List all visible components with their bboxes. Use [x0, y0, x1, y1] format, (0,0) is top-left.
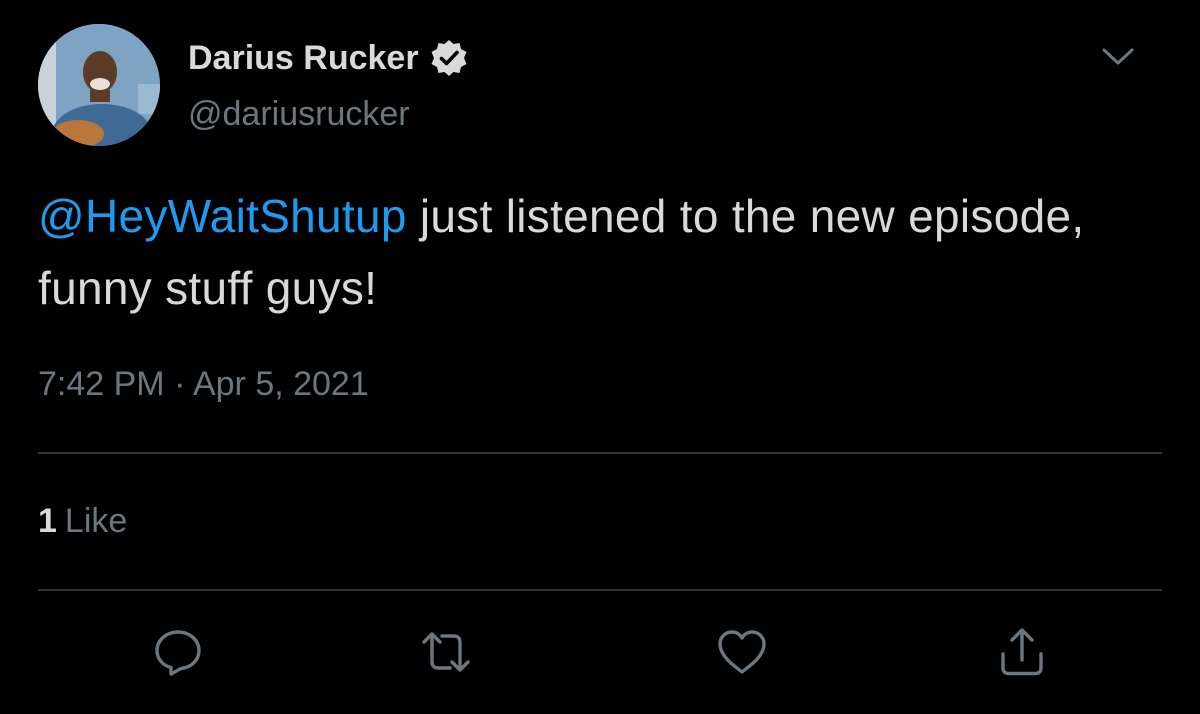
tweet-card: Darius Rucker @dariusrucker @HeyWaitShut…	[0, 0, 1200, 714]
divider	[38, 589, 1162, 591]
tweet-timestamp[interactable]: 7:42 PM · Apr 5, 2021	[38, 365, 369, 404]
mention-link[interactable]: @HeyWaitShutup	[38, 190, 407, 242]
chevron-down-icon[interactable]	[1098, 40, 1138, 72]
author-handle[interactable]: @dariusrucker	[188, 95, 410, 134]
likes-summary[interactable]: 1 Like	[38, 502, 127, 541]
author-name-text: Darius Rucker	[188, 38, 419, 77]
verified-badge-icon	[429, 38, 469, 78]
avatar[interactable]	[38, 24, 160, 146]
likes-label: Like	[64, 502, 128, 540]
divider	[38, 452, 1162, 454]
share-icon[interactable]	[994, 624, 1050, 680]
tweet-text: @HeyWaitShutup just listened to the new …	[38, 180, 1168, 324]
likes-count: 1	[38, 502, 57, 540]
heart-icon[interactable]	[714, 624, 770, 680]
reply-icon[interactable]	[150, 624, 206, 680]
author-display-name[interactable]: Darius Rucker	[188, 38, 469, 78]
retweet-icon[interactable]	[418, 624, 474, 680]
